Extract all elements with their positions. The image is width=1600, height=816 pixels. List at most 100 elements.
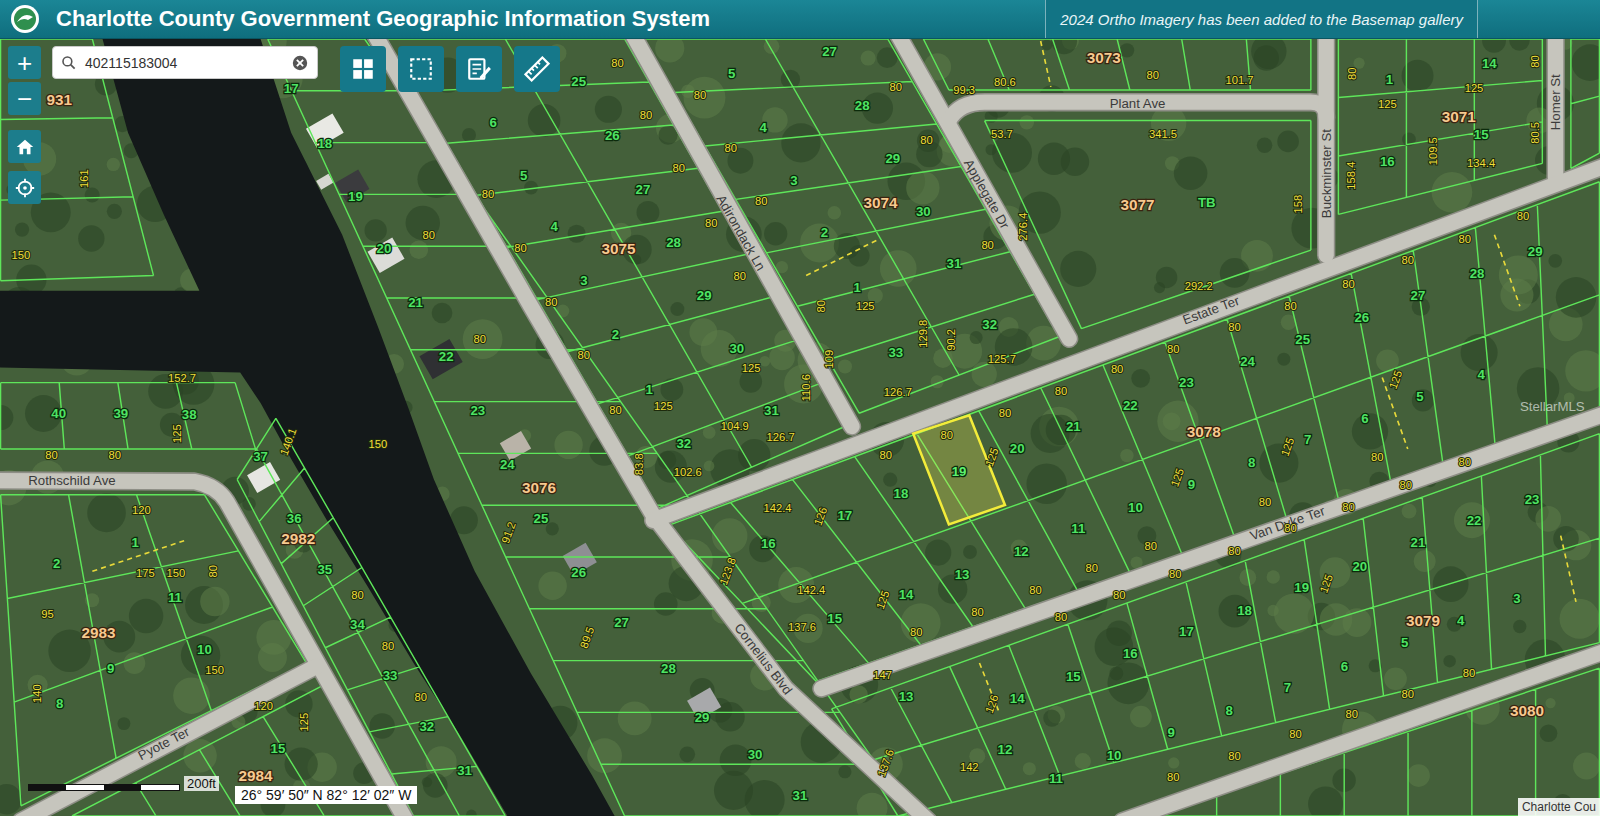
lot-label[interactable]: 24 (1240, 354, 1255, 369)
lot-label[interactable]: 14 (1010, 691, 1025, 706)
lot-label[interactable]: 5 (728, 66, 735, 81)
zoom-out-button[interactable]: − (8, 82, 41, 115)
notes-button[interactable] (456, 46, 502, 92)
lot-label[interactable]: 15 (1474, 127, 1489, 142)
lot-label[interactable]: 29 (697, 288, 712, 303)
lot-label[interactable]: 1 (131, 535, 138, 550)
lot-label[interactable]: 18 (317, 136, 332, 151)
select-button[interactable] (398, 46, 444, 92)
lot-label[interactable]: 3 (790, 173, 797, 188)
lot-label[interactable]: 4 (551, 219, 559, 234)
lot-label[interactable]: 7 (1304, 432, 1311, 447)
lot-label[interactable]: 12 (1014, 544, 1029, 559)
lot-label[interactable]: 28 (855, 98, 870, 113)
lot-label[interactable]: 9 (107, 661, 114, 676)
lot-label[interactable]: 29 (695, 710, 710, 725)
home-button[interactable] (8, 130, 41, 163)
lot-label[interactable]: 19 (952, 464, 967, 479)
lot-label[interactable]: 8 (1248, 455, 1255, 470)
lot-label[interactable]: 13 (955, 567, 970, 582)
lot-label[interactable]: 6 (1361, 411, 1368, 426)
lot-label[interactable]: 5 (520, 168, 527, 183)
lot-label[interactable]: 28 (1470, 266, 1485, 281)
lot-label[interactable]: 32 (982, 317, 997, 332)
lot-label[interactable]: 16 (1380, 154, 1395, 169)
lot-label[interactable]: 22 (1467, 513, 1482, 528)
lot-label[interactable]: 2 (612, 327, 619, 342)
lot-label[interactable]: 11 (1071, 521, 1085, 536)
lot-label[interactable]: 23 (1525, 492, 1540, 507)
measure-button[interactable] (514, 46, 560, 92)
lot-label[interactable]: 3 (1513, 591, 1520, 606)
lot-label[interactable]: 11 (1049, 771, 1063, 786)
lot-label[interactable]: 27 (636, 182, 651, 197)
lot-label[interactable]: 19 (348, 189, 363, 204)
lot-label[interactable]: 4 (1457, 613, 1465, 628)
lot-label[interactable]: 40 (51, 406, 66, 421)
lot-label[interactable]: 17 (837, 508, 852, 523)
lot-label[interactable]: 31 (764, 403, 779, 418)
lot-label[interactable]: 4 (1477, 367, 1485, 382)
lot-label[interactable]: 31 (793, 788, 808, 803)
search-box[interactable]: 402115183004 (52, 46, 318, 79)
lot-label[interactable]: 15 (1066, 669, 1081, 684)
lot-label[interactable]: 20 (1010, 441, 1025, 456)
lot-label[interactable]: 26 (605, 128, 620, 143)
lot-label[interactable]: 1 (645, 382, 652, 397)
lot-label[interactable]: 17 (284, 81, 299, 96)
lot-label[interactable]: 15 (827, 611, 842, 626)
lot-label[interactable]: 20 (377, 241, 392, 256)
lot-label[interactable]: 2 (53, 556, 60, 571)
lot-label[interactable]: 31 (457, 763, 472, 778)
lot-label[interactable]: 21 (408, 295, 423, 310)
lot-label[interactable]: 3 (580, 273, 587, 288)
lot-label[interactable]: 13 (899, 689, 914, 704)
lot-label[interactable]: 10 (197, 642, 212, 657)
lot-label[interactable]: 23 (1179, 375, 1194, 390)
lot-label[interactable]: 5 (1401, 635, 1408, 650)
lot-label[interactable]: 14 (899, 587, 914, 602)
lot-label[interactable]: 7 (1284, 680, 1291, 695)
lot-label[interactable]: 11 (168, 590, 182, 605)
lot-label[interactable]: 31 (947, 256, 962, 271)
lot-label[interactable]: TB (1198, 195, 1216, 210)
map-canvas[interactable]: Plant AveApplegate DrAdirondack LnBuckmi… (0, 39, 1600, 816)
lot-label[interactable]: 28 (661, 661, 676, 676)
lot-label[interactable]: 18 (1237, 603, 1252, 618)
lot-label[interactable]: 1 (1386, 72, 1393, 87)
lot-label[interactable]: 34 (350, 617, 365, 632)
lot-label[interactable]: 17 (1179, 624, 1194, 639)
lot-label[interactable]: 27 (614, 615, 629, 630)
map-view[interactable]: Plant AveApplegate DrAdirondack LnBuckmi… (0, 39, 1600, 816)
lot-label[interactable]: 27 (1411, 288, 1426, 303)
locate-button[interactable] (8, 171, 41, 204)
lot-label[interactable]: 33 (888, 345, 903, 360)
lot-label[interactable]: 16 (1123, 646, 1138, 661)
lot-label[interactable]: 12 (998, 742, 1013, 757)
lot-label[interactable]: 37 (253, 449, 268, 464)
lot-label[interactable]: 20 (1352, 559, 1367, 574)
lot-label[interactable]: 9 (1188, 477, 1195, 492)
lot-label[interactable]: 4 (760, 120, 768, 135)
lot-label[interactable]: 8 (56, 696, 63, 711)
lot-label[interactable]: 27 (822, 44, 837, 59)
lot-label[interactable]: 9 (1167, 725, 1174, 740)
lot-label[interactable]: 1 (853, 280, 860, 295)
lot-label[interactable]: 10 (1107, 748, 1122, 763)
lot-label[interactable]: 39 (114, 406, 129, 421)
lot-label[interactable]: 32 (676, 436, 691, 451)
lot-label[interactable]: 22 (1123, 398, 1138, 413)
lot-label[interactable]: 5 (1416, 389, 1423, 404)
lot-label[interactable]: 29 (1528, 244, 1543, 259)
lot-label[interactable]: 6 (489, 115, 496, 130)
zoom-in-button[interactable]: + (8, 46, 41, 79)
lot-label[interactable]: 15 (271, 741, 286, 756)
lot-label[interactable]: 8 (1226, 703, 1233, 718)
lot-label[interactable]: 33 (383, 668, 398, 683)
lot-label[interactable]: 2 (821, 225, 828, 240)
basemap-button[interactable] (340, 46, 386, 92)
lot-label[interactable]: 30 (916, 204, 931, 219)
lot-label[interactable]: 6 (1341, 659, 1348, 674)
lot-label[interactable]: 35 (317, 562, 332, 577)
lot-label[interactable]: 36 (287, 511, 302, 526)
